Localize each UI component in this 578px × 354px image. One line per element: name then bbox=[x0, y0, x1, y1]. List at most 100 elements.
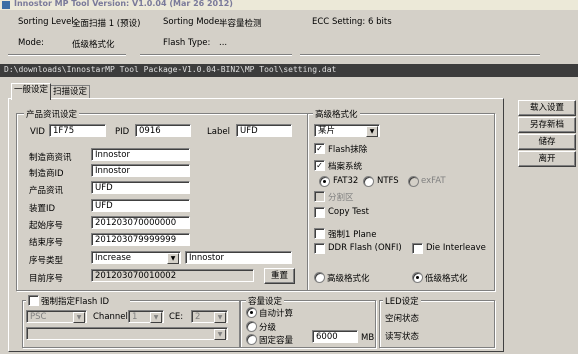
chevron-down-icon: ▼ bbox=[366, 126, 378, 137]
save-button[interactable]: 储存 bbox=[518, 134, 576, 150]
sorting-level-value: 全面扫描 1 (预设) bbox=[72, 19, 141, 29]
flash-type-label: Flash Type: bbox=[163, 38, 211, 48]
manufacturer-info-input[interactable]: Innostor bbox=[91, 148, 190, 161]
ntfs-radio[interactable] bbox=[363, 176, 374, 187]
device-id-input[interactable]: UFD bbox=[91, 199, 190, 212]
low-format-radio[interactable] bbox=[412, 272, 423, 283]
filesystem-checkbox[interactable]: ✓ bbox=[314, 160, 325, 171]
settings-path-bar: D:\downloads\InnostarMP Tool Package-V1.… bbox=[0, 64, 578, 77]
product-info-legend: 产品资讯设定 bbox=[24, 108, 80, 120]
format-mode-select[interactable]: 某片 ▼ bbox=[314, 124, 380, 137]
vid-input[interactable]: 1F75 bbox=[49, 124, 106, 137]
ce-label: CE: bbox=[169, 312, 184, 322]
exit-button[interactable]: 离开 bbox=[518, 151, 576, 167]
partition-label: 分割区 bbox=[328, 193, 354, 203]
volume-label-input[interactable]: UFD bbox=[236, 124, 292, 137]
flash-id-select[interactable]: PSC ▼ bbox=[26, 310, 87, 323]
force-flash-id-label: 强制指定Flash ID bbox=[41, 297, 110, 307]
die-interleave-label: Die Interleave bbox=[426, 243, 486, 253]
sorting-level-label: Sorting Level: bbox=[18, 17, 77, 27]
pid-input[interactable]: 0916 bbox=[135, 124, 191, 137]
label-label: Label bbox=[207, 127, 230, 137]
chevron-down-icon: ▼ bbox=[167, 253, 179, 264]
filesystem-label: 档案系统 bbox=[328, 162, 363, 172]
capacity-auto-radio[interactable] bbox=[246, 307, 257, 318]
high-format-radio[interactable] bbox=[314, 272, 325, 283]
led-legend: LED设定 bbox=[383, 295, 421, 307]
tab-scan[interactable]: 扫描设定 bbox=[50, 85, 90, 99]
capacity-auto-label: 自动计算 bbox=[259, 309, 294, 319]
device-id-label: 装置ID bbox=[29, 204, 56, 214]
capacity-fixed-label: 固定容量 bbox=[259, 336, 294, 346]
flash-erase-checkbox[interactable]: ✓ bbox=[314, 143, 325, 154]
exfat-radio[interactable] bbox=[408, 176, 419, 187]
chevron-down-icon: ▼ bbox=[214, 329, 226, 340]
reset-button[interactable]: 重置 bbox=[264, 268, 295, 284]
flash-id-group bbox=[22, 300, 240, 348]
advanced-format-legend: 高级格式化 bbox=[313, 108, 360, 120]
title-bar: Innostor MP Tool Version: V1.0.04 (Mar 2… bbox=[0, 0, 578, 10]
flash-id-value: PSC bbox=[30, 312, 47, 322]
current-serial-label: 目前序号 bbox=[29, 274, 64, 284]
mode-label: Mode: bbox=[18, 38, 45, 48]
force-flash-id-checkbox[interactable] bbox=[28, 295, 39, 306]
load-settings-button[interactable]: 载入设置 bbox=[518, 100, 576, 116]
serial-type-value: Increase bbox=[95, 253, 131, 263]
exfat-label: exFAT bbox=[421, 176, 446, 186]
capacity-fixed-radio[interactable] bbox=[246, 334, 257, 345]
end-serial-label: 结束序号 bbox=[29, 238, 64, 248]
flash-model-select[interactable]: ▼ bbox=[26, 327, 228, 340]
mode-value: 低级格式化 bbox=[72, 40, 115, 50]
ecc-label: ECC Setting: bbox=[312, 17, 366, 27]
settings-panel: 产品资讯设定 VID 1F75 PID 0916 Label UFD 制造商资讯… bbox=[8, 98, 504, 352]
sorting-mode-value: 半容量检测 bbox=[219, 19, 262, 29]
pid-label: PID bbox=[115, 127, 130, 137]
channel-select[interactable]: 1 ▼ bbox=[128, 310, 164, 323]
capacity-legend: 容量设定 bbox=[246, 295, 285, 307]
force-1-plane-label: 强制1 Plane bbox=[328, 230, 377, 240]
serial-type-label: 序号类型 bbox=[29, 256, 64, 266]
save-as-button[interactable]: 另存新档 bbox=[518, 117, 576, 133]
capacity-grade-label: 分级 bbox=[259, 323, 277, 333]
ce-value: 2 bbox=[195, 312, 201, 322]
product-info-input[interactable]: UFD bbox=[91, 181, 190, 194]
capacity-fixed-input[interactable]: 6000 bbox=[312, 330, 358, 343]
current-serial-value: 201203070010002 bbox=[91, 269, 254, 282]
channel-label: Channel: bbox=[93, 312, 131, 322]
fat32-label: FAT32 bbox=[333, 176, 359, 186]
end-serial-input[interactable]: 201203079999999 bbox=[91, 233, 190, 246]
channel-value: 1 bbox=[132, 312, 138, 322]
divider bbox=[8, 54, 126, 56]
manufacturer-id-label: 制造商ID bbox=[29, 169, 64, 179]
fat32-radio[interactable] bbox=[319, 176, 330, 187]
force-1-plane-checkbox[interactable] bbox=[314, 228, 325, 239]
divider bbox=[300, 54, 540, 56]
manufacturer-id-input[interactable]: Innostor bbox=[91, 164, 190, 177]
high-format-label: 高级格式化 bbox=[327, 274, 370, 284]
copy-test-label: Copy Test bbox=[328, 207, 370, 217]
tab-general[interactable]: 一般设定 bbox=[11, 83, 51, 100]
partition-checkbox[interactable] bbox=[314, 191, 325, 202]
chevron-down-icon: ▼ bbox=[73, 312, 85, 323]
settings-path: D:\downloads\InnostarMP Tool Package-V1.… bbox=[4, 65, 337, 74]
ce-select[interactable]: 2 ▼ bbox=[191, 310, 228, 323]
flash-erase-label: Flash抹除 bbox=[328, 145, 368, 155]
copy-test-checkbox[interactable] bbox=[314, 207, 325, 218]
die-interleave-checkbox[interactable] bbox=[412, 243, 423, 254]
ntfs-label: NTFS bbox=[377, 176, 399, 186]
led-idle-label: 空闲状态 bbox=[385, 314, 420, 324]
capacity-grade-radio[interactable] bbox=[246, 321, 257, 332]
product-info-label: 产品资讯 bbox=[29, 186, 64, 196]
ddr-flash-label: DDR Flash (ONFI) bbox=[328, 243, 402, 253]
window-title: Innostor MP Tool Version: V1.0.04 (Mar 2… bbox=[14, 0, 233, 8]
ddr-flash-checkbox[interactable] bbox=[314, 243, 325, 254]
ecc-value: 6 bits bbox=[368, 17, 392, 27]
chevron-down-icon: ▼ bbox=[150, 312, 162, 323]
start-serial-input[interactable]: 201203070000000 bbox=[91, 216, 190, 229]
sorting-mode-label: Sorting Mode: bbox=[163, 17, 223, 27]
divider bbox=[140, 54, 292, 56]
flash-type-value: ... bbox=[219, 38, 228, 48]
low-format-label: 低级格式化 bbox=[425, 274, 468, 284]
serial-type-extra-input[interactable]: Innostor bbox=[185, 251, 292, 264]
serial-type-select[interactable]: Increase ▼ bbox=[91, 251, 181, 264]
